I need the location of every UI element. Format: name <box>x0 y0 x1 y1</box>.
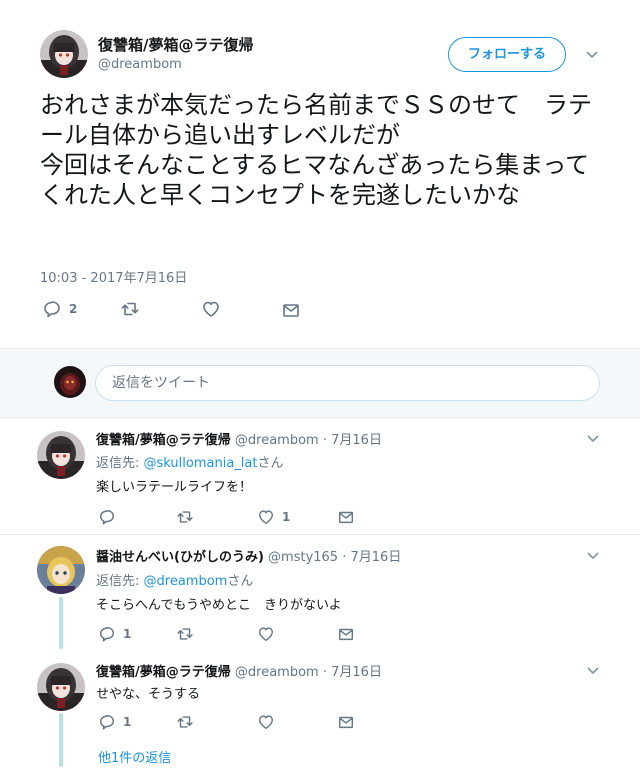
envelope-icon <box>337 508 355 526</box>
avatar[interactable] <box>37 431 85 479</box>
reply-input[interactable]: 返信をツイート <box>95 365 600 401</box>
reply-count: 1 <box>123 715 132 729</box>
retweet-button[interactable] <box>176 624 194 644</box>
reply-text: そこらへんでもうやめとこ きりがないよ <box>96 598 342 613</box>
reply-icon <box>42 299 62 319</box>
reply-header: 醤油せんべい(ひがしのうみ) @msty165 · 7月16日 <box>96 546 401 565</box>
reply-to-suffix: さん <box>257 456 284 471</box>
dm-button[interactable] <box>337 507 355 527</box>
tweet-timestamp[interactable]: 10:03 - 2017年7月16日 <box>40 267 187 286</box>
author-name[interactable]: 復讐箱/夢箱@ラテ復帰 <box>96 665 231 680</box>
reply-count: 2 <box>69 302 78 316</box>
reply-icon <box>98 625 116 643</box>
reply-tweet[interactable]: 復讐箱/夢箱@ラテ復帰 @dreambom · 7月16日 返信先: @skul… <box>0 419 640 534</box>
envelope-icon <box>337 713 355 731</box>
reply-text: せやな、そうする <box>96 687 201 702</box>
retweet-icon <box>120 299 140 319</box>
dm-button[interactable] <box>281 300 301 320</box>
avatar <box>54 366 86 398</box>
mention-link[interactable]: @skullomania_lat <box>144 456 258 471</box>
heart-icon <box>257 625 275 643</box>
retweet-button[interactable] <box>176 712 194 732</box>
author-name[interactable]: 醤油せんべい(ひがしのうみ) <box>96 550 264 565</box>
author-name[interactable]: 復讐箱/夢箱@ラテ復帰 <box>98 34 253 55</box>
heart-icon <box>257 508 275 526</box>
reply-count: 1 <box>123 627 132 641</box>
reply-to: 返信先: @dreambomさん <box>96 570 253 589</box>
mention-link[interactable]: @dreambom <box>144 574 228 589</box>
tweet-text: おれさまが本気だったら名前までＳＳのせて ラテール自体から追い出すレベルだが 今… <box>40 91 592 209</box>
like-button[interactable] <box>257 624 275 644</box>
retweet-icon <box>176 713 194 731</box>
envelope-icon <box>281 300 301 320</box>
reply-header: 復讐箱/夢箱@ラテ復帰 @dreambom · 7月16日 <box>96 661 382 680</box>
avatar[interactable] <box>37 546 85 594</box>
reply-to: 返信先: @skullomania_latさん <box>96 452 283 471</box>
retweet-button[interactable] <box>120 299 140 319</box>
reply-icon <box>98 713 116 731</box>
chevron-down-icon[interactable] <box>585 47 599 61</box>
reply-date[interactable]: 7月16日 <box>331 433 382 448</box>
reply-to-label: 返信先: <box>96 574 144 589</box>
separator: · <box>322 433 327 448</box>
follow-button[interactable]: フォローする <box>448 37 566 72</box>
dm-button[interactable] <box>337 624 355 644</box>
author-name[interactable]: 復讐箱/夢箱@ラテ復帰 <box>96 433 231 448</box>
avatar[interactable] <box>40 30 88 78</box>
reply-tweet[interactable]: 復讐箱/夢箱@ラテ復帰 @dreambom · 7月16日 せやな、そうする 1 <box>0 651 640 741</box>
reply-button[interactable]: 1 <box>98 624 131 644</box>
reply-to-label: 返信先: <box>96 456 144 471</box>
heart-icon <box>257 713 275 731</box>
dm-button[interactable] <box>337 712 355 732</box>
like-button[interactable] <box>257 712 275 732</box>
author-handle[interactable]: @dreambom <box>235 665 319 680</box>
retweet-icon <box>176 508 194 526</box>
like-button[interactable]: 1 <box>257 507 290 527</box>
reply-date[interactable]: 7月16日 <box>351 550 402 565</box>
reply-header: 復讐箱/夢箱@ラテ復帰 @dreambom · 7月16日 <box>96 429 382 448</box>
chevron-down-icon[interactable] <box>586 548 600 562</box>
reply-button[interactable]: 2 <box>42 299 77 319</box>
retweet-button[interactable] <box>176 507 194 527</box>
envelope-icon <box>337 625 355 643</box>
retweet-icon <box>176 625 194 643</box>
more-replies-link[interactable]: 他1件の返信 <box>98 747 171 766</box>
divider <box>0 534 640 535</box>
reply-composer: 返信をツイート <box>0 348 640 418</box>
like-count: 1 <box>282 510 291 524</box>
reply-date[interactable]: 7月16日 <box>331 665 382 680</box>
reply-tweet[interactable]: 醤油せんべい(ひがしのうみ) @msty165 · 7月16日 返信先: @dr… <box>0 536 640 651</box>
separator: · <box>322 665 327 680</box>
author-handle[interactable]: @dreambom <box>235 433 319 448</box>
chevron-down-icon[interactable] <box>586 663 600 677</box>
reply-button[interactable] <box>98 507 116 527</box>
author-handle[interactable]: @msty165 <box>268 550 338 565</box>
author-handle[interactable]: @dreambom <box>98 57 182 72</box>
reply-text: 楽しいラテールライフを！ <box>96 480 253 495</box>
avatar[interactable] <box>37 663 85 711</box>
main-tweet: 復讐箱/夢箱@ラテ復帰 @dreambom フォローする おれさまが本気だったら… <box>0 0 640 348</box>
heart-icon <box>201 299 221 319</box>
separator: · <box>342 550 347 565</box>
like-button[interactable] <box>201 299 221 319</box>
reply-icon <box>98 508 116 526</box>
chevron-down-icon[interactable] <box>586 431 600 445</box>
reply-to-suffix: さん <box>227 574 254 589</box>
reply-button[interactable]: 1 <box>98 712 131 732</box>
